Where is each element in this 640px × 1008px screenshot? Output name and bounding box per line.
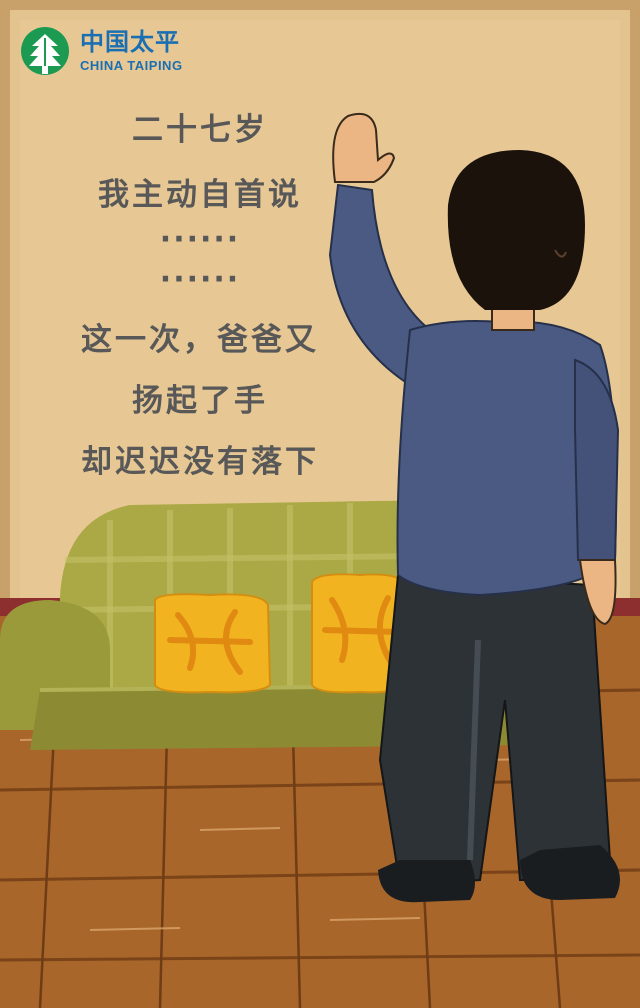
brand-name-cn: 中国太平 [80, 28, 180, 56]
story-line-1: 二十七岁 [132, 112, 268, 148]
brand-name-en: CHINA TAIPING [80, 58, 183, 73]
illustration-scene [0, 0, 640, 1008]
story-line-4: 扬起了手 [132, 383, 268, 419]
story-line-2: 我主动自首说 [98, 177, 302, 213]
story-ellipsis-1: ······ [159, 222, 241, 257]
story-ellipsis-2: ······ [159, 262, 241, 297]
story-line-5: 却迟迟没有落下 [81, 444, 319, 480]
story-line-3: 这一次，爸爸又 [81, 322, 319, 358]
illustration-page: 中国太平 CHINA TAIPING 二十七岁 我主动自首说 ······ ··… [0, 0, 640, 1008]
pine-tree-icon [21, 27, 69, 75]
brand-header: 中国太平 CHINA TAIPING [20, 26, 183, 76]
